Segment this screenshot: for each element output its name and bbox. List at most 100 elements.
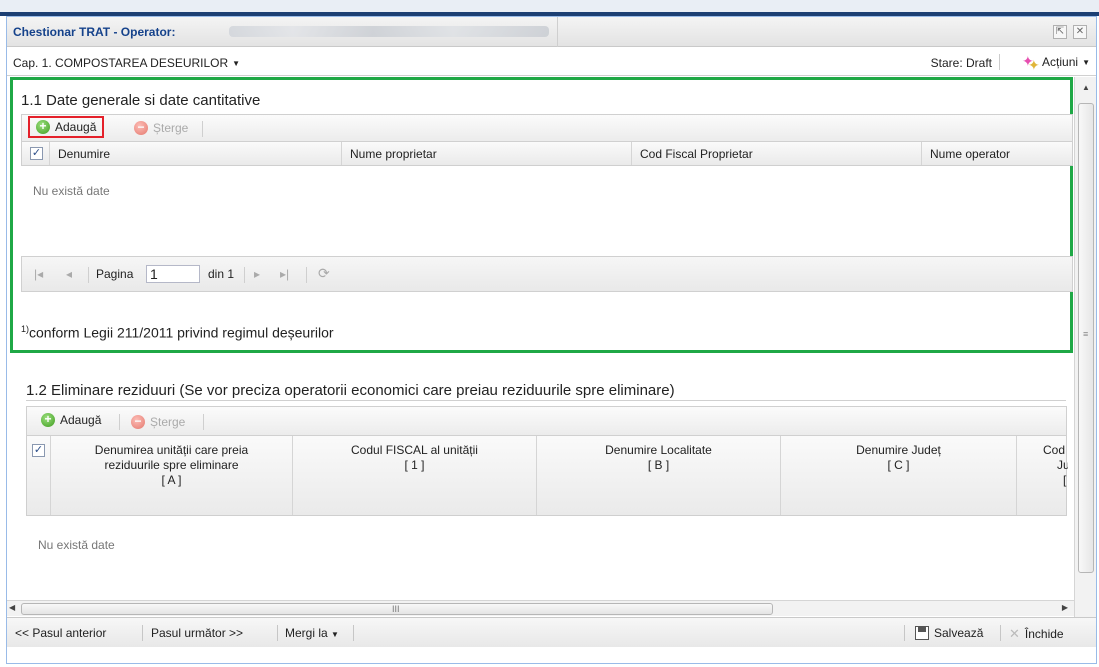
add-label: Adaugă bbox=[60, 413, 102, 427]
close-label: Închide bbox=[1024, 627, 1064, 641]
column-header[interactable]: Denumirea unității care preia reziduuril… bbox=[51, 436, 293, 515]
status-label: Stare: Draft bbox=[930, 56, 992, 70]
bottom-toolbar: << Pasul anterior Pasul următor >> Mergi… bbox=[7, 617, 1096, 647]
prev-page-icon[interactable]: ◂ bbox=[66, 267, 72, 281]
section-2-title: 1.2 Eliminare reziduuri (Se vor preciza … bbox=[26, 382, 675, 399]
pager-divider bbox=[306, 267, 307, 283]
chapter-label: Cap. 1. COMPOSTAREA DESEURILOR bbox=[13, 56, 229, 70]
column-header-line: Denumire Județ bbox=[856, 443, 941, 457]
collapse-icon[interactable]: ⇱ bbox=[1053, 25, 1067, 39]
pagination-bar: |◂ ◂ Pagina din 1 ▸ ▸| ⟳ bbox=[21, 256, 1073, 292]
delete-icon: − bbox=[131, 415, 145, 429]
close-icon: ✕ bbox=[1009, 626, 1020, 641]
section-1-panel: 1.1 Date generale si date cantitative + … bbox=[10, 77, 1073, 353]
add-button[interactable]: + Adaugă bbox=[28, 116, 105, 138]
scroll-thumb[interactable]: ≡ bbox=[1078, 103, 1094, 573]
column-header-line: [ C ] bbox=[887, 458, 910, 472]
goto-label: Mergi la bbox=[285, 626, 328, 640]
window-title: Chestionar TRAT - Operator: bbox=[13, 25, 176, 39]
toolbar-divider bbox=[119, 414, 120, 430]
window-titlebar: Chestionar TRAT - Operator: ⇱ ✕ bbox=[7, 17, 1096, 47]
column-header-line: [ A ] bbox=[161, 473, 182, 487]
column-header[interactable]: Denumire bbox=[50, 142, 342, 165]
delete-button[interactable]: − Șterge bbox=[131, 415, 185, 429]
section-2-divider bbox=[26, 400, 1066, 401]
chapter-bar: Cap. 1. COMPOSTAREA DESEURILOR ▼ Stare: D… bbox=[7, 48, 1096, 76]
empty-message: Nu există date bbox=[38, 538, 115, 552]
column-header[interactable]: Nume proprietar bbox=[342, 142, 632, 165]
select-all-cell: ✓ bbox=[22, 142, 50, 165]
scroll-right-icon[interactable]: ▶ bbox=[1062, 603, 1068, 612]
chevron-down-icon: ▼ bbox=[331, 630, 339, 639]
footer-divider bbox=[142, 625, 143, 641]
column-header[interactable]: Cod Fiscal Proprietar bbox=[632, 142, 922, 165]
previous-step-button[interactable]: << Pasul anterior bbox=[15, 626, 106, 640]
next-page-icon[interactable]: ▸ bbox=[254, 267, 260, 281]
column-header-line: Ju bbox=[1057, 458, 1068, 472]
column-header-line: Denumirea unității care preia bbox=[94, 443, 249, 457]
close-icon[interactable]: ✕ bbox=[1073, 25, 1087, 39]
add-icon: + bbox=[41, 413, 55, 427]
column-header-line: Cod S bbox=[1043, 443, 1068, 457]
actions-icon: ✦ ✦ bbox=[1022, 53, 1040, 73]
column-header-line: reziduurile spre eliminare bbox=[104, 458, 239, 472]
actions-label: Acțiuni bbox=[1042, 55, 1079, 69]
legal-footnote: 1)conform Legii 211/2011 privind regimul… bbox=[21, 324, 334, 341]
section-2-toolbar: + Adaugă − Șterge bbox=[26, 406, 1067, 436]
delete-label: Șterge bbox=[150, 415, 186, 429]
column-header-line: Denumire Localitate bbox=[605, 443, 712, 457]
page-number-input[interactable] bbox=[146, 265, 200, 283]
grip-icon: ≡ bbox=[1083, 329, 1089, 339]
footer-divider bbox=[904, 625, 905, 641]
save-button[interactable]: Salvează bbox=[915, 626, 983, 640]
toolbar-divider bbox=[202, 121, 203, 137]
pager-divider bbox=[88, 267, 89, 283]
next-step-button[interactable]: Pasul următor >> bbox=[151, 626, 243, 640]
title-divider bbox=[557, 17, 558, 47]
section-1-title: 1.1 Date generale si date cantitative bbox=[21, 92, 261, 109]
column-header-line: [ 1 ] bbox=[404, 458, 425, 472]
first-page-icon[interactable]: |◂ bbox=[34, 267, 43, 281]
chapter-menu[interactable]: Cap. 1. COMPOSTAREA DESEURILOR ▼ bbox=[13, 56, 240, 70]
scroll-up-icon[interactable]: ▲ bbox=[1082, 83, 1090, 92]
delete-label: Șterge bbox=[153, 121, 189, 135]
goto-menu-button[interactable]: Mergi la ▼ bbox=[285, 626, 339, 640]
select-all-checkbox[interactable]: ✓ bbox=[32, 444, 45, 457]
actions-menu-button[interactable]: ✦ ✦ Acțiuni ▼ bbox=[1022, 53, 1090, 73]
delete-icon: − bbox=[134, 121, 148, 135]
column-header[interactable]: Nume operator bbox=[922, 142, 1074, 165]
column-header-line: [ bbox=[1063, 473, 1067, 487]
scroll-left-icon[interactable]: ◀ bbox=[9, 603, 15, 612]
vertical-scrollbar[interactable]: ▲ ≡ ▼ bbox=[1074, 77, 1096, 627]
scroll-thumb[interactable]: III bbox=[21, 603, 773, 615]
select-all-cell: ✓ bbox=[27, 436, 51, 515]
add-icon: + bbox=[36, 120, 50, 134]
grip-icon: III bbox=[392, 604, 400, 614]
pager-divider bbox=[244, 267, 245, 283]
column-header-line: [ B ] bbox=[647, 458, 670, 472]
add-button[interactable]: + Adaugă bbox=[35, 411, 107, 429]
close-button[interactable]: ✕ Închide bbox=[1009, 626, 1064, 642]
footer-divider bbox=[277, 625, 278, 641]
empty-message: Nu există date bbox=[33, 184, 110, 198]
status-divider bbox=[999, 54, 1000, 70]
column-header[interactable]: Denumire Localitate [ B ] bbox=[537, 436, 781, 515]
toolbar-divider bbox=[203, 414, 204, 430]
delete-button[interactable]: − Șterge bbox=[134, 121, 188, 135]
refresh-icon[interactable]: ⟳ bbox=[318, 265, 330, 282]
chevron-down-icon: ▼ bbox=[232, 59, 241, 69]
operator-name-redacted bbox=[229, 26, 549, 37]
select-all-checkbox[interactable]: ✓ bbox=[30, 147, 43, 160]
column-header[interactable]: Cod S Ju [ bbox=[1017, 436, 1068, 515]
column-header[interactable]: Denumire Județ [ C ] bbox=[781, 436, 1017, 515]
column-header-line: Codul FISCAL al unității bbox=[351, 443, 478, 457]
save-icon bbox=[915, 626, 929, 640]
add-label: Adaugă bbox=[55, 120, 97, 134]
horizontal-scrollbar[interactable]: ◀ III ▶ bbox=[7, 600, 1074, 616]
last-page-icon[interactable]: ▸| bbox=[280, 267, 289, 281]
section-1-grid-header: ✓ Denumire Nume proprietar Cod Fiscal Pr… bbox=[21, 142, 1073, 166]
footer-divider bbox=[1000, 625, 1001, 641]
column-header[interactable]: Codul FISCAL al unității [ 1 ] bbox=[293, 436, 537, 515]
section-1-toolbar: + Adaugă − Șterge bbox=[21, 114, 1073, 142]
footnote-text: conform Legii 211/2011 privind regimul d… bbox=[29, 324, 334, 341]
